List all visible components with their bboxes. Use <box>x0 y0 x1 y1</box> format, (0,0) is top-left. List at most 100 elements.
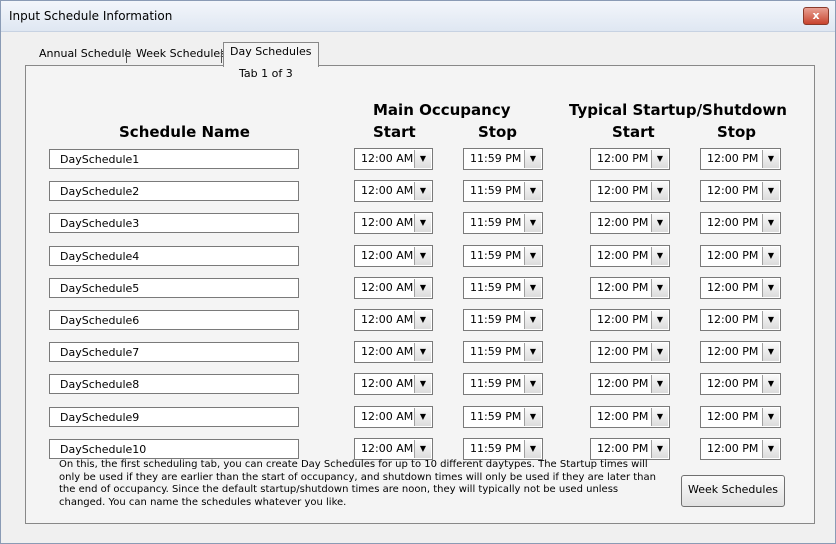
chevron-down-icon[interactable]: ▼ <box>651 343 668 362</box>
startup-start-dropdown[interactable]: 12:00 PM ▼ <box>590 437 670 460</box>
week-schedules-button[interactable]: Week Schedules <box>681 475 785 507</box>
startup-start-dropdown[interactable]: 12:00 PM ▼ <box>590 180 670 203</box>
shutdown-stop-dropdown[interactable]: 12:00 PM ▼ <box>700 244 781 267</box>
occupancy-start-dropdown[interactable]: 12:00 AM ▼ <box>354 373 433 396</box>
schedule-name-input[interactable]: DaySchedule5 <box>49 277 299 298</box>
occupancy-stop-dropdown[interactable]: 11:59 PM ▼ <box>463 405 543 428</box>
schedule-name-input[interactable]: DaySchedule4 <box>49 245 299 266</box>
chevron-down-icon[interactable]: ▼ <box>524 150 541 168</box>
chevron-down-icon[interactable]: ▼ <box>414 246 431 265</box>
schedule-name-input[interactable]: DaySchedule2 <box>49 181 299 202</box>
close-button[interactable]: x <box>803 7 829 25</box>
chevron-down-icon[interactable]: ▼ <box>651 311 668 329</box>
chevron-down-icon[interactable]: ▼ <box>524 407 541 426</box>
tab-day-schedules[interactable]: Day Schedules <box>223 42 319 67</box>
occupancy-stop-dropdown[interactable]: 11:59 PM ▼ <box>463 212 543 235</box>
shutdown-stop-dropdown[interactable]: 12:00 PM ▼ <box>700 341 781 364</box>
schedule-name-input[interactable]: DaySchedule8 <box>49 374 299 395</box>
chevron-down-icon[interactable]: ▼ <box>414 311 431 329</box>
schedule-name-input[interactable]: DaySchedule7 <box>49 342 299 363</box>
chevron-down-icon[interactable]: ▼ <box>414 182 431 201</box>
chevron-down-icon[interactable]: ▼ <box>651 150 668 168</box>
schedule-name-input[interactable]: DaySchedule1 <box>49 149 299 169</box>
chevron-down-icon[interactable]: ▼ <box>524 214 541 233</box>
occupancy-start-dropdown[interactable]: 12:00 AM ▼ <box>354 212 433 235</box>
occupancy-stop-dropdown[interactable]: 11:59 PM ▼ <box>463 148 543 170</box>
occupancy-stop-dropdown[interactable]: 11:59 PM ▼ <box>463 309 543 331</box>
time-value: 12:00 PM <box>707 441 759 455</box>
occupancy-start-dropdown[interactable]: 12:00 AM ▼ <box>354 276 433 299</box>
schedule-name-input[interactable]: DaySchedule10 <box>49 438 299 459</box>
chevron-down-icon[interactable]: ▼ <box>762 311 779 329</box>
chevron-down-icon[interactable]: ▼ <box>524 246 541 265</box>
chevron-down-icon[interactable]: ▼ <box>651 182 668 201</box>
chevron-down-icon[interactable]: ▼ <box>762 375 779 394</box>
chevron-down-icon[interactable]: ▼ <box>524 375 541 394</box>
schedule-name-input[interactable]: DaySchedule9 <box>49 406 299 427</box>
chevron-down-icon[interactable]: ▼ <box>762 343 779 362</box>
shutdown-stop-dropdown[interactable]: 12:00 PM ▼ <box>700 309 781 331</box>
tab-week-schedules[interactable]: Week Schedules <box>130 45 232 65</box>
shutdown-stop-dropdown[interactable]: 12:00 PM ▼ <box>700 276 781 299</box>
startup-start-dropdown[interactable]: 12:00 PM ▼ <box>590 405 670 428</box>
chevron-down-icon[interactable]: ▼ <box>762 407 779 426</box>
startup-start-dropdown[interactable]: 12:00 PM ▼ <box>590 148 670 170</box>
chevron-down-icon[interactable]: ▼ <box>524 182 541 201</box>
occupancy-stop-dropdown[interactable]: 11:59 PM ▼ <box>463 373 543 396</box>
occupancy-stop-dropdown[interactable]: 11:59 PM ▼ <box>463 276 543 299</box>
chevron-down-icon[interactable]: ▼ <box>524 278 541 297</box>
chevron-down-icon[interactable]: ▼ <box>414 214 431 233</box>
occupancy-start-dropdown[interactable]: 12:00 AM ▼ <box>354 180 433 203</box>
startup-start-dropdown[interactable]: 12:00 PM ▼ <box>590 212 670 235</box>
occupancy-start-dropdown[interactable]: 12:00 AM ▼ <box>354 148 433 170</box>
time-value: 12:00 PM <box>597 377 649 391</box>
shutdown-stop-dropdown[interactable]: 12:00 PM ▼ <box>700 148 781 170</box>
chevron-down-icon[interactable]: ▼ <box>651 214 668 233</box>
chevron-down-icon[interactable]: ▼ <box>414 150 431 168</box>
time-value: 11:59 PM <box>470 152 522 165</box>
startup-start-dropdown[interactable]: 12:00 PM ▼ <box>590 276 670 299</box>
chevron-down-icon[interactable]: ▼ <box>651 439 668 458</box>
schedule-name-input[interactable]: DaySchedule3 <box>49 213 299 234</box>
schedule-name-input[interactable]: DaySchedule6 <box>49 310 299 330</box>
chevron-down-icon[interactable]: ▼ <box>414 407 431 426</box>
shutdown-stop-dropdown[interactable]: 12:00 PM ▼ <box>700 405 781 428</box>
occupancy-stop-dropdown[interactable]: 11:59 PM ▼ <box>463 341 543 364</box>
chevron-down-icon[interactable]: ▼ <box>414 439 431 458</box>
startup-start-dropdown[interactable]: 12:00 PM ▼ <box>590 309 670 331</box>
shutdown-stop-dropdown[interactable]: 12:00 PM ▼ <box>700 212 781 235</box>
chevron-down-icon[interactable]: ▼ <box>414 343 431 362</box>
chevron-down-icon[interactable]: ▼ <box>414 375 431 394</box>
occupancy-start-dropdown[interactable]: 12:00 AM ▼ <box>354 437 433 460</box>
chevron-down-icon[interactable]: ▼ <box>524 439 541 458</box>
occupancy-start-dropdown[interactable]: 12:00 AM ▼ <box>354 341 433 364</box>
window-title: Input Schedule Information <box>9 9 173 23</box>
chevron-down-icon[interactable]: ▼ <box>762 182 779 201</box>
time-value: 12:00 PM <box>597 345 649 359</box>
occupancy-stop-dropdown[interactable]: 11:59 PM ▼ <box>463 244 543 267</box>
chevron-down-icon[interactable]: ▼ <box>414 278 431 297</box>
chevron-down-icon[interactable]: ▼ <box>524 311 541 329</box>
shutdown-stop-dropdown[interactable]: 12:00 PM ▼ <box>700 180 781 203</box>
startup-start-dropdown[interactable]: 12:00 PM ▼ <box>590 244 670 267</box>
tab-annual-schedule[interactable]: Annual Schedule <box>33 45 137 65</box>
startup-start-dropdown[interactable]: 12:00 PM ▼ <box>590 373 670 396</box>
chevron-down-icon[interactable]: ▼ <box>651 375 668 394</box>
occupancy-stop-dropdown[interactable]: 11:59 PM ▼ <box>463 437 543 460</box>
chevron-down-icon[interactable]: ▼ <box>762 439 779 458</box>
chevron-down-icon[interactable]: ▼ <box>762 246 779 265</box>
occupancy-start-dropdown[interactable]: 12:00 AM ▼ <box>354 244 433 267</box>
shutdown-stop-dropdown[interactable]: 12:00 PM ▼ <box>700 437 781 460</box>
occupancy-start-dropdown[interactable]: 12:00 AM ▼ <box>354 309 433 331</box>
chevron-down-icon[interactable]: ▼ <box>762 150 779 168</box>
chevron-down-icon[interactable]: ▼ <box>651 278 668 297</box>
occupancy-start-dropdown[interactable]: 12:00 AM ▼ <box>354 405 433 428</box>
chevron-down-icon[interactable]: ▼ <box>762 214 779 233</box>
chevron-down-icon[interactable]: ▼ <box>651 246 668 265</box>
chevron-down-icon[interactable]: ▼ <box>651 407 668 426</box>
chevron-down-icon[interactable]: ▼ <box>762 278 779 297</box>
shutdown-stop-dropdown[interactable]: 12:00 PM ▼ <box>700 373 781 396</box>
startup-start-dropdown[interactable]: 12:00 PM ▼ <box>590 341 670 364</box>
chevron-down-icon[interactable]: ▼ <box>524 343 541 362</box>
occupancy-stop-dropdown[interactable]: 11:59 PM ▼ <box>463 180 543 203</box>
